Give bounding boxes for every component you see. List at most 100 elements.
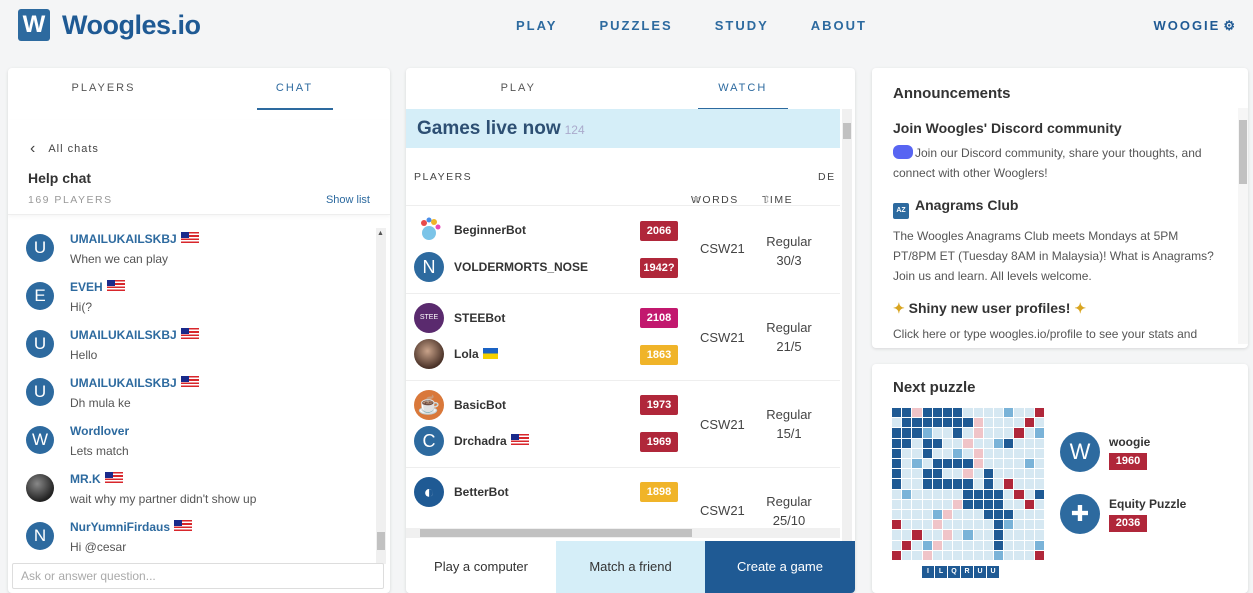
board-square	[942, 509, 953, 520]
rating-badge: 1898	[640, 482, 678, 502]
user-menu[interactable]: WOOGIE ⚙	[1153, 18, 1237, 34]
avatar: C	[414, 426, 444, 456]
tab-chat[interactable]: CHAT	[199, 68, 390, 110]
announcements-title: Announcements	[893, 85, 1011, 102]
game-row[interactable]: STEE STEEBot 2108 Lola 1863 CSW21 Regula…	[406, 294, 840, 381]
games-horizontal-scrollbar[interactable]	[406, 528, 840, 538]
board-square	[1034, 408, 1044, 418]
game-row[interactable]: ◐ BetterBot 1898 CSW21 Regular 25/10	[406, 468, 840, 528]
board-square	[963, 540, 973, 550]
avatar	[414, 339, 444, 369]
board-square	[932, 469, 942, 479]
chat-scrollbar[interactable]: ▲	[376, 228, 386, 564]
avatar[interactable]: W	[26, 426, 54, 454]
board-square	[963, 408, 973, 418]
board-square	[1004, 458, 1014, 469]
bot-avatar-icon: ◐	[414, 477, 444, 507]
puzzle-icon: ✚	[1060, 494, 1100, 534]
nav-about[interactable]: ABOUT	[811, 18, 867, 33]
avatar[interactable]	[26, 474, 54, 502]
board-square	[942, 540, 953, 550]
nav-play[interactable]: PLAY	[516, 18, 557, 33]
announcements-panel: Announcements Join Woogles' Discord comm…	[872, 68, 1248, 348]
show-list-link[interactable]: Show list	[326, 194, 370, 206]
site-name[interactable]: Woogles.io	[62, 10, 201, 41]
puzzle-board[interactable]	[892, 408, 1044, 560]
board-square	[912, 418, 922, 428]
chat-input[interactable]	[12, 563, 384, 589]
board-square	[1034, 530, 1044, 540]
board-square	[1014, 550, 1024, 560]
avatar[interactable]: N	[26, 522, 54, 550]
nav-study[interactable]: STUDY	[715, 18, 769, 33]
board-square	[953, 448, 963, 458]
board-square	[963, 438, 973, 448]
all-chats-link[interactable]: ‹ All chats	[30, 140, 99, 158]
scrollbar-thumb[interactable]	[1239, 120, 1247, 184]
board-square	[983, 550, 993, 560]
announcement-body: The Woogles Anagrams Club meets Mondays …	[893, 229, 1214, 283]
tab-watch[interactable]: WATCH	[631, 68, 856, 110]
board-square	[912, 530, 922, 540]
board-square	[953, 469, 963, 479]
live-title: Games live now	[417, 118, 561, 139]
scroll-up-icon[interactable]: ▲	[377, 230, 384, 237]
board-square	[1024, 540, 1034, 550]
board-square	[1004, 479, 1014, 489]
board-square	[942, 438, 953, 448]
board-square	[983, 418, 993, 428]
games-scrollbar[interactable]	[842, 109, 852, 542]
nav-puzzles[interactable]: PUZZLES	[599, 18, 672, 33]
board-square	[953, 408, 963, 418]
board-square	[973, 418, 983, 428]
malaysia-flag-icon	[174, 520, 193, 531]
announcement-body: Click here or type woogles.io/profile to…	[893, 327, 1198, 341]
create-game-button[interactable]: Create a game	[705, 541, 855, 593]
tab-players[interactable]: PLAYERS	[8, 68, 199, 108]
board-square	[993, 479, 1004, 489]
board-square	[932, 520, 942, 530]
announcement-heading[interactable]: Join Woogles' Discord community	[893, 120, 1223, 136]
board-square	[983, 469, 993, 479]
scrollbar-thumb[interactable]	[420, 529, 692, 537]
board-square	[932, 530, 942, 540]
game-row[interactable]: ☕ BasicBot 1973 C Drchadra 1969 CSW21 Re…	[406, 381, 840, 468]
play-computer-button[interactable]: Play a computer	[406, 541, 556, 593]
scrollbar-thumb[interactable]	[377, 532, 385, 550]
board-square	[993, 438, 1004, 448]
board-square	[932, 418, 942, 428]
board-square	[1014, 479, 1024, 489]
avatar[interactable]: U	[26, 330, 54, 358]
board-square	[953, 489, 963, 499]
board-square	[953, 540, 963, 550]
rating-badge: 2066	[640, 221, 678, 241]
board-square	[922, 499, 932, 509]
anagrams-icon: AZ	[893, 203, 909, 219]
board-square	[902, 509, 912, 520]
filter-icon[interactable]: ▼	[691, 194, 703, 206]
board-square	[963, 458, 973, 469]
board-square	[1004, 418, 1014, 428]
avatar[interactable]: E	[26, 282, 54, 310]
board-square	[932, 489, 942, 499]
col-details: DE	[818, 171, 836, 183]
match-friend-button[interactable]: Match a friend	[556, 541, 705, 593]
avatar[interactable]: U	[26, 234, 54, 262]
tab-play[interactable]: PLAY	[406, 68, 631, 108]
sort-icon[interactable]: ⇕	[762, 194, 772, 206]
player-name: STEEBot	[454, 311, 506, 325]
rating-badge: 2036	[1109, 515, 1147, 532]
malaysia-flag-icon	[510, 434, 529, 445]
player-name: BasicBot	[454, 398, 507, 412]
logo-icon[interactable]: W	[18, 9, 50, 41]
avatar[interactable]: U	[26, 378, 54, 406]
announcements-scrollbar[interactable]	[1238, 108, 1248, 344]
game-row[interactable]: BeginnerBot 2066 N VOLDERMORTS_NOSE 1942…	[406, 207, 840, 294]
rack-tile: Q	[948, 566, 960, 578]
scrollbar-thumb[interactable]	[843, 123, 851, 139]
board-square	[973, 530, 983, 540]
player-count: 169 PLAYERS	[28, 194, 113, 206]
board-square	[892, 489, 902, 499]
board-square	[973, 438, 983, 448]
chat-title: Help chat	[28, 170, 92, 186]
